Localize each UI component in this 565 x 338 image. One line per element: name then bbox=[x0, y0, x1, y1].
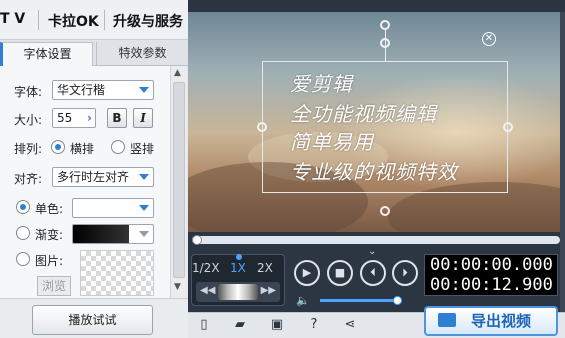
layout-vertical-label: 竖排 bbox=[130, 142, 155, 156]
menu-separator bbox=[104, 10, 105, 30]
gradient-label: 渐变: bbox=[35, 228, 64, 242]
resize-handle-bottom[interactable] bbox=[380, 206, 390, 216]
close-icon[interactable]: ✕ bbox=[482, 32, 496, 46]
settings-tabs: 字体设置 特效参数 bbox=[0, 40, 188, 66]
export-label: 导出视频 bbox=[470, 312, 531, 330]
font-select-value: 华文行楷 bbox=[57, 83, 106, 97]
progress-bar[interactable] bbox=[192, 235, 560, 245]
font-label: 字体: bbox=[14, 85, 43, 99]
speed-2x-button[interactable]: 2X bbox=[257, 261, 273, 275]
solid-color-radio[interactable] bbox=[16, 200, 30, 214]
export-icon bbox=[438, 313, 456, 327]
speed-half-button[interactable]: 1/2X bbox=[192, 261, 220, 275]
font-select[interactable]: 华文行楷 bbox=[52, 80, 154, 100]
resize-handle-right[interactable] bbox=[503, 122, 513, 132]
volume-icon[interactable]: 🔈 bbox=[296, 294, 310, 307]
next-frame-icon[interactable]: ⏵ bbox=[392, 260, 418, 286]
panel-scrollbar[interactable]: ▲ ▼ bbox=[170, 66, 187, 298]
previous-frame-icon[interactable]: ⏴ bbox=[360, 260, 386, 286]
preview-top-strip bbox=[188, 0, 565, 12]
preview-text-line-2: 全功能视频编辑 bbox=[290, 102, 437, 126]
image-label: 图片: bbox=[35, 254, 64, 268]
chevron-down-icon bbox=[139, 174, 149, 180]
gradient-radio[interactable] bbox=[16, 226, 30, 240]
export-video-button[interactable]: 导出视频 bbox=[424, 306, 558, 336]
stop-icon[interactable]: ■ bbox=[327, 260, 353, 286]
align-select[interactable]: 多行时左对齐 bbox=[52, 167, 154, 187]
layout-vertical-radio[interactable] bbox=[111, 140, 125, 154]
total-time: 00:00:12.900 bbox=[430, 275, 553, 295]
image-radio[interactable] bbox=[16, 252, 30, 266]
new-file-icon[interactable]: ▯ bbox=[194, 317, 214, 333]
volume-slider[interactable] bbox=[320, 299, 398, 302]
preview-text-line-4: 专业级的视频特效 bbox=[290, 160, 458, 184]
play-icon[interactable]: ▶ bbox=[294, 260, 320, 286]
menu-karaoke[interactable]: 卡拉OK bbox=[48, 11, 99, 31]
chevron-right-icon: › bbox=[87, 111, 92, 125]
layout-label: 排列: bbox=[14, 142, 43, 156]
open-folder-icon[interactable]: ▰ bbox=[230, 317, 250, 333]
current-time: 00:00:00.000 bbox=[430, 255, 553, 275]
chevron-down-icon bbox=[139, 231, 149, 237]
share-icon[interactable]: ⋖ bbox=[340, 317, 360, 333]
size-stepper[interactable]: 55 › bbox=[52, 108, 96, 128]
rewind-icon[interactable]: ◀◀ bbox=[200, 285, 215, 296]
scroll-down-icon[interactable]: ▼ bbox=[174, 282, 181, 292]
scroll-thumb[interactable] bbox=[173, 82, 185, 278]
size-label: 大小: bbox=[14, 113, 43, 127]
solid-color-label: 单色: bbox=[35, 202, 64, 216]
save-icon[interactable]: ▣ bbox=[267, 317, 287, 333]
browse-button[interactable]: 浏览 bbox=[37, 276, 71, 296]
chevron-down-icon bbox=[139, 87, 149, 93]
solid-color-select[interactable] bbox=[72, 198, 154, 218]
menu-upgrade-service[interactable]: 升级与服务 bbox=[113, 11, 183, 31]
scroll-up-icon[interactable]: ▲ bbox=[174, 68, 181, 78]
top-menu-bar: T V 卡拉OK 升级与服务 bbox=[0, 0, 188, 40]
speed-indicator bbox=[236, 254, 242, 260]
volume-knob[interactable] bbox=[393, 296, 402, 305]
align-select-value: 多行时左对齐 bbox=[57, 170, 130, 184]
jog-wheel[interactable]: ◀◀ ▶▶ bbox=[196, 282, 280, 302]
layout-horizontal-radio[interactable] bbox=[51, 140, 65, 154]
preview-text-line-3: 简单易用 bbox=[290, 130, 374, 154]
layout-horizontal-label: 横排 bbox=[70, 142, 95, 156]
jog-wheel-grip[interactable] bbox=[218, 284, 258, 300]
menu-tv[interactable]: T V bbox=[0, 11, 25, 27]
help-icon[interactable]: ? bbox=[304, 317, 324, 333]
bold-button[interactable]: B bbox=[107, 108, 127, 128]
play-test-button[interactable]: 播放试试 bbox=[32, 305, 153, 335]
resize-handle-left[interactable] bbox=[257, 122, 267, 132]
tab-effect-params[interactable]: 特效参数 bbox=[96, 42, 188, 66]
speed-1x-button[interactable]: 1X bbox=[230, 261, 246, 275]
align-label: 对齐: bbox=[14, 172, 43, 186]
progress-knob[interactable] bbox=[192, 235, 202, 245]
image-preview bbox=[80, 250, 154, 296]
rotate-handle[interactable] bbox=[380, 20, 390, 30]
gradient-select[interactable] bbox=[72, 224, 154, 244]
chevron-down-icon bbox=[139, 205, 149, 211]
resize-handle-top[interactable] bbox=[380, 38, 390, 48]
fast-forward-icon[interactable]: ▶▶ bbox=[261, 285, 276, 296]
right-edge-strip bbox=[560, 12, 565, 338]
menu-separator bbox=[38, 10, 39, 30]
tab-font-settings[interactable]: 字体设置 bbox=[0, 42, 93, 66]
chevron-down-icon[interactable]: ⌄ bbox=[368, 246, 376, 257]
size-value: 55 bbox=[57, 111, 73, 125]
italic-button[interactable]: I bbox=[133, 108, 153, 128]
preview-text-line-1: 爱剪辑 bbox=[290, 72, 353, 96]
